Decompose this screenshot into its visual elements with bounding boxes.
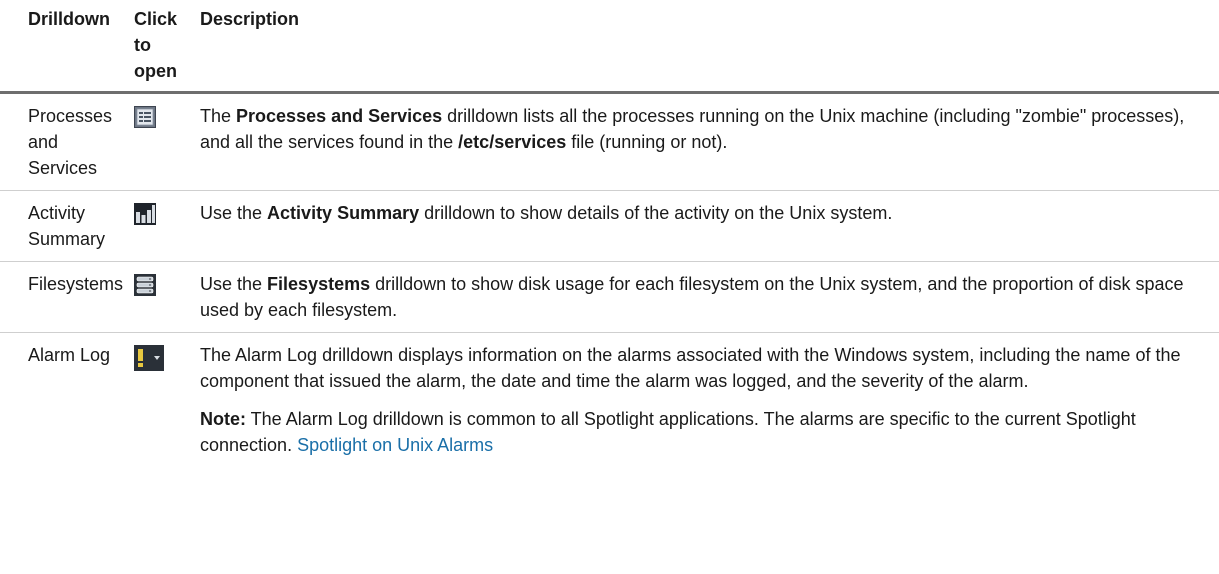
- drilldown-name: Filesystems: [0, 261, 126, 333]
- drilldown-description: Use the Activity Summary drilldown to sh…: [192, 190, 1219, 262]
- table-header-row: Drilldown Click to open Description: [0, 0, 1219, 94]
- table-row: Alarm Log The Alarm Log drilldown displa…: [0, 333, 1219, 468]
- table-row: Filesystems Use the Filesystems drilldow…: [0, 261, 1219, 333]
- column-header-click-to-open: Click to open: [126, 0, 192, 94]
- column-header-description: Description: [192, 0, 1219, 94]
- note-paragraph: Note: The Alarm Log drilldown is common …: [200, 409, 1136, 455]
- table-row: Activity Summary Use the Activity Summar…: [0, 190, 1219, 262]
- drilldown-name: Processes and Services: [0, 92, 126, 191]
- disk-stack-icon[interactable]: [134, 274, 156, 296]
- note-label: Note:: [200, 409, 246, 429]
- drilldown-name: Alarm Log: [28, 345, 111, 365]
- table-row: Processes and Services The Processes and…: [0, 92, 1219, 191]
- alarm-dropdown-icon[interactable]: [134, 345, 164, 371]
- drilldown-description: Use the Filesystems drilldown to show di…: [192, 261, 1219, 333]
- spotlight-unix-alarms-link[interactable]: Spotlight on Unix Alarms: [297, 435, 493, 455]
- drilldown-name: Activity Summary: [0, 190, 126, 262]
- drilldown-description: The Alarm Log drilldown displays informa…: [192, 333, 1219, 468]
- drilldown-table: Drilldown Click to open Description Proc…: [0, 0, 1219, 467]
- bar-chart-icon[interactable]: [134, 203, 156, 225]
- column-header-drilldown: Drilldown: [0, 0, 126, 94]
- list-window-icon[interactable]: [134, 106, 156, 128]
- drilldown-description: The Processes and Services drilldown lis…: [192, 92, 1219, 191]
